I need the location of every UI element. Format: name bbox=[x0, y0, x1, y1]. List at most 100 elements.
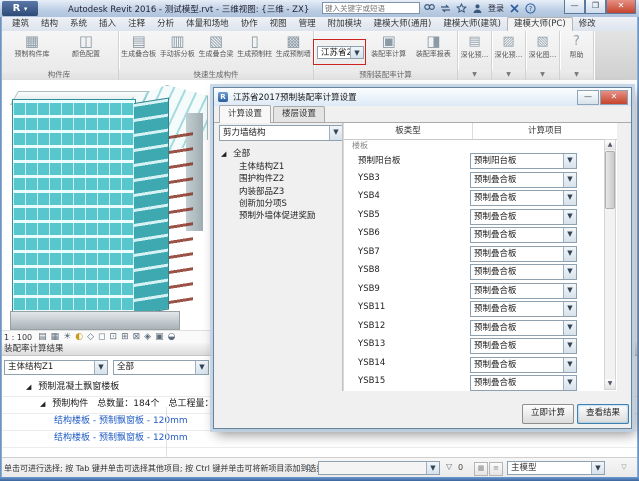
calc-item-select[interactable]: 预制叠合板▼ bbox=[470, 227, 577, 243]
view-control-icon[interactable]: ◇ bbox=[87, 331, 94, 343]
ribbon-tab[interactable]: 视图 bbox=[264, 17, 293, 31]
ribbon-tab[interactable]: 插入 bbox=[93, 17, 122, 31]
ribbon-tab[interactable]: 建筑 bbox=[6, 17, 35, 31]
ribbon-tab[interactable]: 修改 bbox=[573, 17, 602, 31]
ribbon-mini-panel-button[interactable]: ? 帮助 ▼ bbox=[560, 31, 594, 80]
home-icon[interactable]: ⌂ bbox=[305, 462, 311, 473]
calculate-now-button[interactable]: 立即计算 bbox=[522, 404, 574, 424]
view-control-icon[interactable]: ▦ bbox=[51, 331, 60, 343]
view-scale[interactable]: 1 : 100 bbox=[4, 333, 32, 342]
ribbon-tab[interactable]: 管理 bbox=[293, 17, 322, 31]
expanded-triangle-icon[interactable]: ◢ bbox=[40, 400, 45, 408]
table-scrollbar[interactable]: ▲ ▼ bbox=[604, 139, 616, 390]
calc-item-select[interactable]: 预制叠合板▼ bbox=[470, 264, 577, 280]
exchange-icon[interactable] bbox=[440, 3, 451, 14]
dialog-minimize-button[interactable]: — bbox=[577, 90, 599, 105]
panel-expand-arrow-icon[interactable]: ▼ bbox=[526, 70, 559, 80]
ribbon-mini-panel-button[interactable]: ▨ 深化预... ▼ bbox=[492, 31, 526, 80]
view-control-icon[interactable]: ⊠ bbox=[133, 331, 141, 343]
building-3d-model[interactable] bbox=[8, 83, 208, 330]
filter-select[interactable]: 全部▼ bbox=[113, 360, 209, 375]
view-control-icon[interactable]: ⊞ bbox=[121, 331, 129, 343]
calc-item-select[interactable]: 预制阳台板▼ bbox=[470, 153, 577, 169]
ribbon-button[interactable]: ▥ 手动拆分板 bbox=[158, 31, 196, 69]
tree-root[interactable]: ◢ 全部 bbox=[221, 148, 346, 161]
scrollbar-thumb[interactable] bbox=[605, 151, 615, 209]
close-button[interactable]: ✕ bbox=[606, 0, 636, 14]
view-control-icon[interactable]: ⊡ bbox=[110, 331, 118, 343]
app-menu-button[interactable]: R ▾ bbox=[2, 1, 38, 16]
panel-expand-arrow-icon[interactable]: ▼ bbox=[492, 70, 525, 80]
ribbon-mini-panel-button[interactable]: ▧ 深化图... ▼ bbox=[526, 31, 560, 80]
calc-item-select[interactable]: 预制叠合板▼ bbox=[470, 283, 577, 299]
ribbon-mini-panel-button[interactable]: ▤ 深化预... ▼ bbox=[458, 31, 492, 80]
view-control-icon[interactable]: ◐ bbox=[75, 331, 83, 343]
calc-item-select[interactable]: 预制叠合板▼ bbox=[470, 209, 577, 225]
view-control-icon[interactable]: ☀ bbox=[63, 331, 71, 343]
maximize-button[interactable]: ❐ bbox=[585, 0, 606, 14]
calc-item-select[interactable]: 预制叠合板▼ bbox=[470, 320, 577, 336]
worksets-select[interactable]: ▼ bbox=[318, 461, 440, 475]
ribbon-tab[interactable]: 附加模块 bbox=[322, 17, 368, 31]
tree-item[interactable]: 围护构件Z2 bbox=[221, 173, 346, 185]
calc-item-select[interactable]: 预制叠合板▼ bbox=[470, 172, 577, 188]
view-control-icon[interactable]: ▣ bbox=[155, 331, 164, 343]
ribbon-tab[interactable]: 建模大师(PC) bbox=[507, 17, 573, 31]
dialog-tab[interactable]: 楼层设置 bbox=[273, 106, 325, 122]
ribbon-tab[interactable]: 体量和场地 bbox=[180, 17, 235, 31]
ribbon-tab[interactable]: 建模大师(建筑) bbox=[437, 17, 507, 31]
view-control-icon[interactable]: ▤ bbox=[38, 331, 47, 343]
ribbon-button[interactable]: ▦ 预制构件库 bbox=[10, 31, 54, 69]
panel-expand-arrow-icon[interactable]: ▼ bbox=[458, 70, 491, 80]
calc-item-select[interactable]: 预制叠合板▼ bbox=[470, 375, 577, 391]
category-select[interactable]: 主体结构Z1▼ bbox=[4, 360, 108, 375]
user-icon[interactable] bbox=[472, 3, 483, 14]
help-icon[interactable]: ? bbox=[525, 3, 536, 14]
ribbon-button[interactable]: ◫ 颜色配置 bbox=[64, 31, 108, 69]
scroll-up-icon[interactable]: ▲ bbox=[605, 140, 615, 150]
filter-selection-icon[interactable]: ▽ bbox=[618, 462, 630, 474]
tree-item[interactable]: 创新加分项S bbox=[221, 198, 346, 210]
ribbon-tab[interactable]: 结构 bbox=[35, 17, 64, 31]
ribbon-button[interactable]: ▤ 生成叠合板 bbox=[120, 31, 158, 69]
tree-item[interactable]: 主体结构Z1 bbox=[221, 161, 346, 173]
ribbon-tab[interactable]: 注释 bbox=[122, 17, 151, 31]
expanded-triangle-icon[interactable]: ◢ bbox=[26, 383, 31, 391]
ribbon-tab[interactable]: 系统 bbox=[64, 17, 93, 31]
ribbon-tab[interactable]: 分析 bbox=[151, 17, 180, 31]
tree-item[interactable]: 预制外墙体促进奖励 bbox=[221, 210, 346, 222]
ribbon-button[interactable]: ▩ 生成预制墙 bbox=[274, 31, 312, 69]
tree-item[interactable]: 内装部品Z3 bbox=[221, 186, 346, 198]
view-results-button[interactable]: 查看结果 bbox=[577, 404, 629, 424]
view-control-icon[interactable]: ◻ bbox=[98, 331, 105, 343]
search-input[interactable] bbox=[322, 2, 420, 14]
calc-item-select[interactable]: 预制叠合板▼ bbox=[470, 338, 577, 354]
panel-expand-arrow-icon[interactable]: ▼ bbox=[560, 70, 593, 80]
ribbon-tab[interactable]: 协作 bbox=[235, 17, 264, 31]
design-option-select[interactable]: 主模型▼ bbox=[507, 461, 605, 475]
ribbon-button[interactable]: ▣ 装配率计算 bbox=[367, 31, 411, 69]
calc-item-select[interactable]: 预制叠合板▼ bbox=[470, 357, 577, 373]
calc-item-select[interactable]: 预制叠合板▼ bbox=[470, 190, 577, 206]
scroll-down-icon[interactable]: ▼ bbox=[605, 379, 615, 389]
component-link-row[interactable]: 结构楼板 - 预制飘窗板 - 120mm bbox=[0, 430, 639, 448]
expanded-triangle-icon[interactable]: ◢ bbox=[221, 150, 226, 158]
search-icon[interactable] bbox=[424, 3, 435, 14]
view-control-icon[interactable]: ◒ bbox=[168, 331, 176, 343]
ribbon-button[interactable]: ▧ 生成叠合梁 bbox=[197, 31, 235, 69]
structure-type-select[interactable]: 剪力墙结构▼ bbox=[219, 125, 343, 141]
drag-toggle-icon[interactable]: ≡ bbox=[489, 462, 503, 476]
sign-in-label[interactable]: 登录 bbox=[488, 3, 504, 14]
dialog-close-button[interactable]: ✕ bbox=[600, 90, 628, 105]
exchange-apps-icon[interactable] bbox=[509, 3, 520, 14]
ribbon-tab[interactable]: 建模大师(通用) bbox=[368, 17, 438, 31]
ribbon-button[interactable]: ▯ 生成预制柱 bbox=[236, 31, 274, 69]
view-control-icon[interactable]: ◈ bbox=[144, 331, 151, 343]
minimize-button[interactable]: — bbox=[564, 0, 585, 14]
dialog-tab[interactable]: 计算设置 bbox=[219, 105, 271, 123]
standard-select[interactable]: 江苏省2017▼ bbox=[317, 46, 364, 59]
calc-item-select[interactable]: 预制叠合板▼ bbox=[470, 301, 577, 317]
select-toggle-icon[interactable]: ▦ bbox=[474, 462, 488, 476]
ribbon-button[interactable]: ◨ 装配率报表 bbox=[411, 31, 455, 69]
calc-item-select[interactable]: 预制叠合板▼ bbox=[470, 246, 577, 262]
